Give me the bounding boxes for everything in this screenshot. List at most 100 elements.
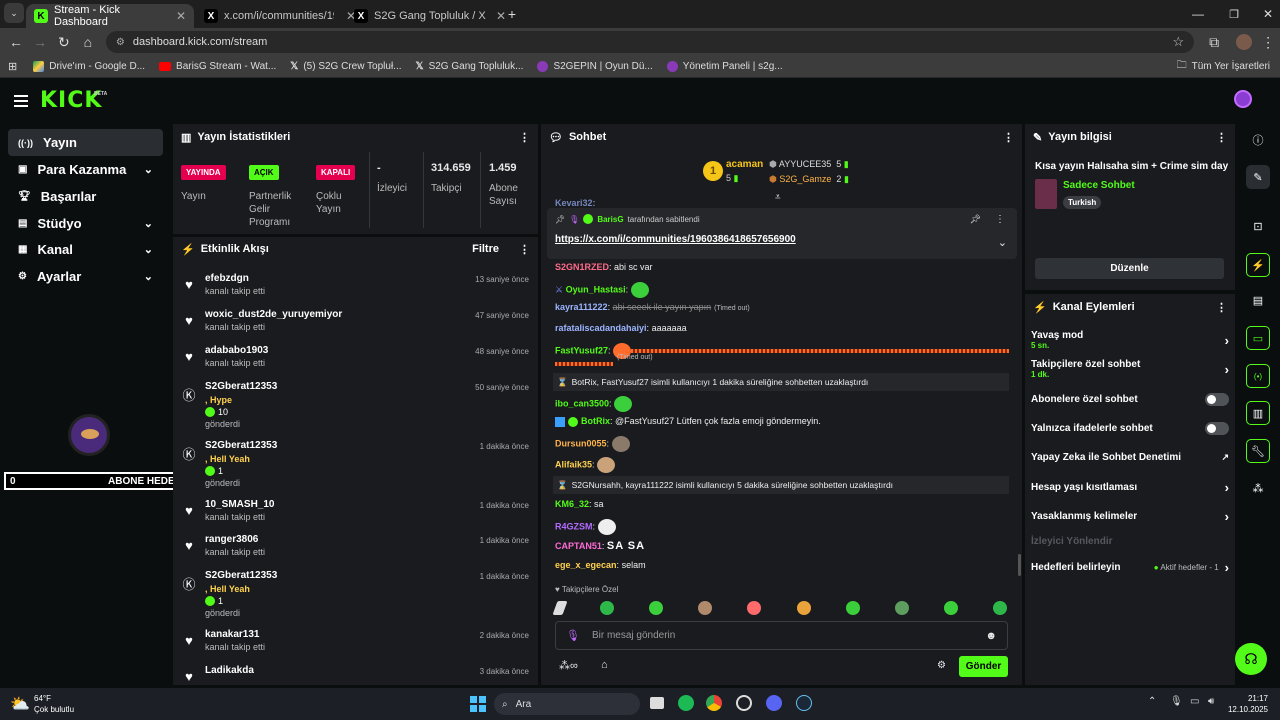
chat-username[interactable]: FastYusuf27 (555, 345, 608, 355)
chat-username[interactable]: KM6_32 (555, 499, 589, 509)
task-view-icon[interactable] (650, 697, 664, 709)
browser-tab[interactable]: X x.com/i/communities/1960386 ✕ (196, 4, 364, 28)
weather-icon[interactable]: ⛅ (10, 694, 30, 714)
activity-username[interactable]: kanakar131 (205, 629, 265, 640)
leaderboard-name[interactable]: acaman (726, 159, 763, 170)
back-icon[interactable]: ← (4, 30, 28, 54)
activity-username[interactable]: S2Gberat12353 (205, 570, 277, 581)
more-options-icon[interactable]: ⋮ (519, 131, 530, 144)
pinned-link[interactable]: https://x.com/i/communities/196038641865… (555, 234, 796, 245)
activity-username[interactable]: efebzdgn (205, 273, 265, 284)
sidebar-item-ayarlar[interactable]: ⚙ Ayarlar ⌄ (8, 263, 163, 290)
emote-icon[interactable] (845, 601, 860, 615)
minimize-icon[interactable]: — (1186, 2, 1210, 26)
bookmark-star-icon[interactable]: ☆ (1172, 34, 1184, 50)
connections-icon[interactable]: ⁂ (1246, 476, 1270, 500)
emote-icon[interactable] (649, 601, 664, 615)
chat-scrollbar[interactable] (1018, 554, 1021, 576)
document-icon[interactable]: ▤ (1246, 288, 1270, 312)
chrome-icon[interactable] (706, 695, 722, 711)
apps-grid-icon[interactable]: ⊞ (8, 60, 17, 73)
edit-button[interactable]: Düzenle (1035, 258, 1224, 279)
more-options-icon[interactable]: ⋮ (1216, 131, 1227, 144)
action-followers-only[interactable]: Takipçilere özel sohbet 1 dk. › (1031, 355, 1229, 383)
bookmark-item[interactable]: 𝕏 (5) S2G Crew Topluł... (290, 61, 401, 72)
activity-username[interactable]: S2Gberat12353 (205, 440, 277, 451)
pinned-user[interactable]: BarisG (597, 215, 623, 224)
sidebar-item-kanal[interactable]: ▦ Kanal ⌄ (8, 236, 163, 263)
emote-icon[interactable] (747, 601, 762, 615)
all-bookmarks[interactable]: 🗀 Tüm Yer İşaretleri (1177, 58, 1270, 75)
microphone-icon[interactable]: 🎙︎ (1170, 696, 1183, 707)
filter-button[interactable]: Filtre (472, 243, 499, 255)
clock[interactable]: 21:17 12.10.2025 (1226, 693, 1268, 715)
tray-chevron-icon[interactable]: ⌃ (1148, 696, 1156, 707)
chat-username[interactable]: S2GN1RZED (555, 262, 609, 272)
more-options-icon[interactable]: ⋮ (1216, 301, 1227, 314)
emote-icon[interactable] (796, 601, 811, 615)
home-icon[interactable]: ⌂ (76, 30, 100, 54)
activity-username[interactable]: adababo1903 (205, 345, 268, 356)
browser-tab[interactable]: K Stream - Kick Dashboard ✕ (26, 4, 194, 28)
stream-category[interactable]: Sadece Sohbet (1063, 180, 1135, 191)
volume-icon[interactable]: 🔊︎ (1208, 696, 1214, 707)
action-goals[interactable]: Hedefleri belirleyin ● Aktif hedefler - … (1031, 555, 1229, 579)
bookmark-item[interactable]: Drive'ım - Google D... (33, 61, 145, 72)
new-tab-icon[interactable]: + (500, 2, 524, 26)
sidebar-item-para-kazanma[interactable]: ▣ Para Kazanma ⌄ (8, 156, 163, 183)
emoji-picker-icon[interactable]: ☻ (985, 630, 997, 642)
chat-username[interactable]: Alifaik35 (555, 459, 592, 469)
edit-icon[interactable]: ✎ (1246, 165, 1270, 189)
unpin-icon[interactable]: 📌︎ (970, 214, 981, 225)
subscribers-only-toggle[interactable] (1205, 392, 1229, 406)
info-icon[interactable]: ⓘ (1246, 128, 1270, 152)
store-icon[interactable]: ⌂ (601, 659, 608, 671)
bookmark-item[interactable]: 𝕏 S2G Gang Topluluk... (416, 61, 524, 72)
chat-username[interactable]: ibo_can3500 (555, 398, 609, 408)
site-info-icon[interactable]: ⚙ (116, 37, 125, 48)
taskbar-search[interactable]: ⌕ Ara (494, 693, 640, 715)
emotes-only-toggle[interactable] (1205, 421, 1229, 435)
layout-icon[interactable]: ▥ (1246, 401, 1270, 425)
forward-icon[interactable]: → (28, 30, 52, 54)
wrench-icon[interactable]: 🔧︎ (1246, 439, 1270, 463)
reload-icon[interactable]: ↻ (52, 30, 76, 54)
activity-username[interactable]: woxic_dust2de_yuruyemiyor (205, 309, 342, 320)
window-close-icon[interactable]: ✕ (1256, 2, 1280, 26)
emote-icon[interactable] (992, 601, 1007, 615)
chat-input[interactable]: 🎙︎ Bir mesaj gönderin ☻ (555, 621, 1008, 650)
feather-emote-icon[interactable] (552, 601, 568, 615)
browser-menu-icon[interactable]: ⋮ (1256, 30, 1280, 54)
address-bar[interactable]: ⚙ dashboard.kick.com/stream ☆ (105, 31, 1195, 53)
more-options-icon[interactable]: ⋮ (995, 214, 1005, 225)
close-tab-icon[interactable]: ✕ (176, 9, 186, 23)
discord-icon[interactable] (766, 695, 782, 711)
chat-username[interactable]: R4GZSM (555, 521, 593, 531)
chevron-down-icon[interactable]: ⌄ (998, 236, 1007, 249)
sidebar-item-yayin[interactable]: ((·)) Yayın (8, 129, 163, 156)
lightning-icon[interactable]: ⚡ (1246, 253, 1270, 277)
kicks-infinity-icon[interactable]: ⁂∞ (559, 659, 578, 672)
emote-icon[interactable] (943, 601, 958, 615)
chat-username[interactable]: ege_x_egecan (555, 560, 617, 570)
tab-list-button[interactable]: ⌄ (4, 3, 24, 23)
support-chat-icon[interactable]: ☊ (1235, 643, 1267, 675)
start-icon[interactable] (470, 696, 486, 712)
action-account-age[interactable]: Hesap yaşı kısıtlaması › (1031, 475, 1229, 499)
steam-icon[interactable] (796, 695, 812, 711)
screenshot-icon[interactable]: ⊡ (1246, 214, 1270, 238)
send-button[interactable]: Gönder (959, 656, 1008, 677)
chat-icon[interactable]: ▭ (1246, 326, 1270, 350)
action-ai-moderation[interactable]: Yapay Zeka ile Sohbet Denetimi ↗ (1031, 445, 1229, 469)
activity-username[interactable]: Ladikakda (205, 665, 254, 676)
more-options-icon[interactable]: ⋮ (519, 243, 530, 256)
expand-leaderboard-icon[interactable]: ⩡ (775, 192, 781, 203)
chat-settings-icon[interactable]: ⚙ (937, 660, 946, 671)
chat-username[interactable]: Dursun0055 (555, 438, 607, 448)
more-options-icon[interactable]: ⋮ (1003, 131, 1014, 144)
profile-avatar[interactable] (1232, 30, 1256, 54)
activity-username[interactable]: ranger3806 (205, 534, 265, 545)
network-icon[interactable]: ▭ (1190, 696, 1199, 707)
leaderboard-entry[interactable]: ⬢ AYYUCEE35 5 ▮ (769, 159, 849, 170)
activity-username[interactable]: S2Gberat12353 (205, 381, 277, 392)
